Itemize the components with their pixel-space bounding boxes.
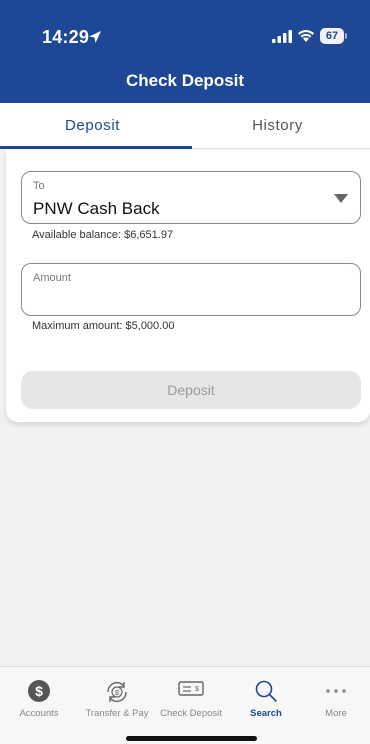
svg-text:$: $	[35, 683, 43, 699]
svg-text:$: $	[115, 690, 119, 697]
amount-label: Amount	[33, 272, 71, 284]
nav-search-label: Search	[250, 708, 282, 719]
status-bar: 14:29 67	[0, 0, 370, 60]
deposit-form-card: To PNW Cash Back Available balance: $6,6…	[6, 150, 370, 422]
page-title: Check Deposit	[125, 71, 245, 90]
to-account-select[interactable]: To PNW Cash Back	[21, 171, 361, 224]
battery-level: 67	[320, 28, 344, 44]
tab-history[interactable]: History	[185, 103, 370, 149]
nav-search[interactable]: Search	[231, 667, 301, 727]
search-icon	[255, 680, 277, 702]
to-label: To	[33, 180, 45, 192]
tab-deposit[interactable]: Deposit	[0, 103, 185, 149]
bottom-tab-bar: $ Accounts $ Transfer & Pay $ Check Depo…	[0, 666, 370, 744]
to-account-value: PNW Cash Back	[33, 199, 160, 218]
amount-field[interactable]: Amount	[21, 263, 361, 316]
app-header: 14:29 67 Check Deposit	[0, 0, 370, 103]
deposit-button[interactable]: Deposit	[21, 371, 361, 409]
dollar-icon: $	[28, 680, 50, 702]
nav-accounts[interactable]: $ Accounts	[4, 667, 74, 727]
svg-text:$: $	[195, 686, 199, 693]
wifi-icon	[298, 30, 314, 42]
check-icon: $	[178, 681, 204, 696]
deposit-tabs: Deposit History	[0, 103, 370, 149]
transfer-icon: $	[107, 682, 127, 702]
more-icon	[326, 689, 346, 693]
available-balance-text: Available balance: $6,651.97	[32, 229, 174, 241]
location-arrow-icon	[89, 31, 101, 43]
nav-transfer-pay-label: Transfer & Pay	[85, 708, 149, 719]
nav-check-deposit-label: Check Deposit	[160, 708, 222, 719]
home-indicator	[126, 736, 257, 741]
nav-more-label: More	[325, 708, 347, 719]
status-time: 14:29	[42, 27, 90, 47]
battery-icon: 67	[320, 28, 347, 44]
nav-more[interactable]: More	[304, 667, 368, 727]
dropdown-caret-icon	[334, 194, 348, 203]
nav-transfer-pay[interactable]: $ Transfer & Pay	[78, 667, 156, 727]
cellular-signal-icon	[272, 30, 292, 43]
maximum-amount-text: Maximum amount: $5,000.00	[32, 320, 175, 332]
nav-accounts-label: Accounts	[19, 708, 59, 719]
active-tab-indicator	[0, 146, 192, 149]
nav-check-deposit[interactable]: $ Check Deposit	[156, 667, 226, 727]
